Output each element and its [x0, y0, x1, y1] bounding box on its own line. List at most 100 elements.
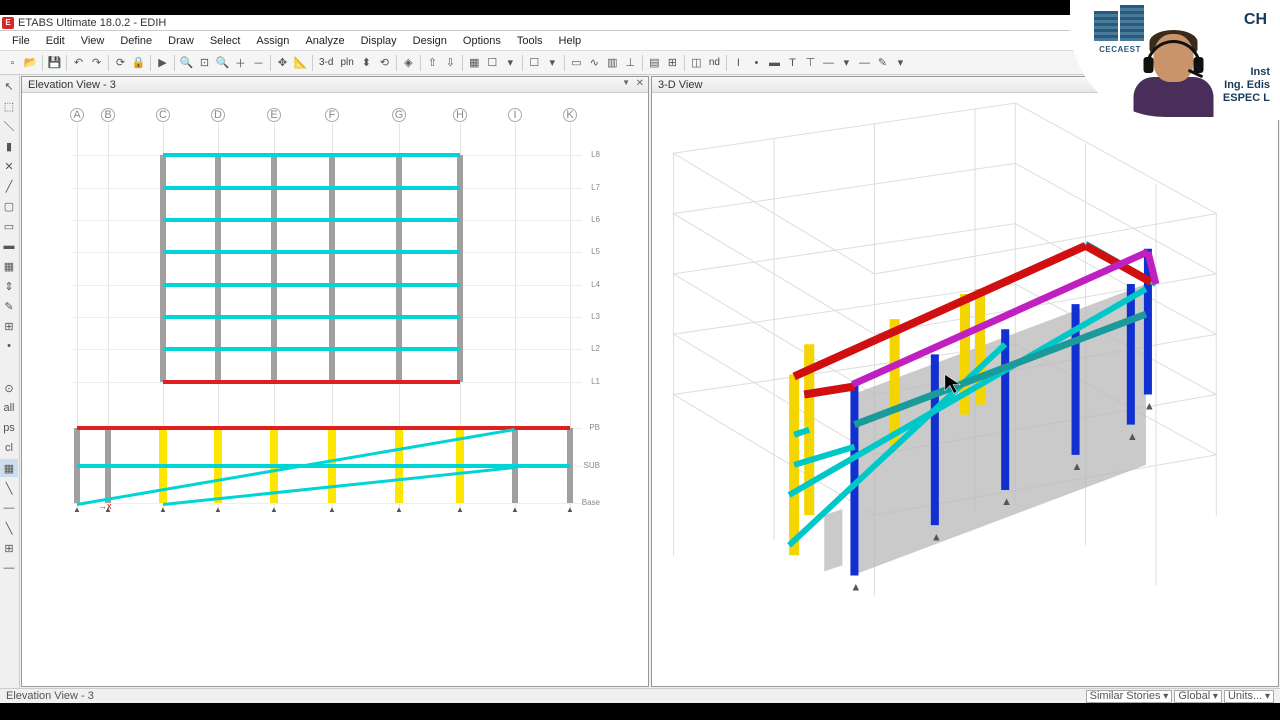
new-icon[interactable]: ▫	[4, 54, 21, 71]
save-icon[interactable]: 💾	[46, 54, 63, 71]
pointer-icon[interactable]: ↖	[0, 77, 18, 95]
reshape-icon[interactable]: ⬚	[0, 97, 18, 115]
pen-icon[interactable]: ✎	[874, 54, 891, 71]
story-label: L2	[591, 344, 600, 353]
area-icon[interactable]: T	[784, 54, 801, 71]
set-view-icon[interactable]: ☐	[526, 54, 543, 71]
open-icon[interactable]: 📂	[22, 54, 39, 71]
lock2-icon[interactable]: ⊞	[664, 54, 681, 71]
svg-text:▲: ▲	[1127, 431, 1138, 443]
grid-bubble: I	[508, 108, 522, 122]
up-arrow-icon[interactable]: ⇧	[424, 54, 441, 71]
menu-edit[interactable]: Edit	[38, 33, 73, 49]
snap-point-icon[interactable]: ⊙	[0, 379, 18, 397]
undo-icon[interactable]: ↶	[70, 54, 87, 71]
snap-end-icon[interactable]: ps	[0, 419, 18, 437]
menu-design[interactable]: Design	[405, 33, 455, 49]
hatch-icon[interactable]: —	[820, 54, 837, 71]
measure-icon[interactable]: 📐	[292, 54, 309, 71]
toggle1-icon[interactable]: ▾	[544, 54, 561, 71]
story-mode-select[interactable]: Similar Stories ▾	[1086, 690, 1173, 703]
forces-icon[interactable]: ▥	[604, 54, 621, 71]
svg-text:▲: ▲	[1072, 461, 1083, 473]
snap-off-icon[interactable]: —	[0, 559, 18, 577]
draw-col-icon[interactable]: ▮	[0, 137, 18, 155]
shrink-icon[interactable]: ▾	[502, 54, 519, 71]
object-icon[interactable]: ▦	[466, 54, 483, 71]
redo-icon[interactable]: ↷	[88, 54, 105, 71]
units-select[interactable]: Units... ▾	[1224, 690, 1274, 703]
zoom-rubber-icon[interactable]: 🔍	[178, 54, 195, 71]
app-icon: E	[2, 17, 14, 29]
menu-select[interactable]: Select	[202, 33, 249, 49]
link-icon[interactable]: ⊤	[802, 54, 819, 71]
draw-brace-icon[interactable]: ✕	[0, 157, 18, 175]
menu-draw[interactable]: Draw	[160, 33, 202, 49]
draw-grid-icon[interactable]: ⊞	[0, 317, 18, 335]
rotate-icon[interactable]: ⟲	[376, 54, 393, 71]
zoom-full-icon[interactable]: ⊡	[196, 54, 213, 71]
deformed-icon[interactable]: ∿	[586, 54, 603, 71]
snap-perp-icon[interactable]: ▦	[0, 459, 18, 477]
perspective-icon[interactable]: ◈	[400, 54, 417, 71]
elevation-view-tab[interactable]: Elevation View - 3 ▼ ✕	[22, 77, 648, 93]
view-close-icon[interactable]: ✕	[636, 78, 644, 89]
menu-tools[interactable]: Tools	[509, 33, 551, 49]
snap-ext-icon[interactable]: —	[0, 499, 18, 517]
nd-button[interactable]: nd	[706, 57, 723, 68]
point-icon[interactable]: •	[748, 54, 765, 71]
menu-analyze[interactable]: Analyze	[297, 33, 352, 49]
elevation-view-panel[interactable]: Elevation View - 3 ▼ ✕ ABCDEFGHIKL8L7L6L…	[21, 76, 649, 687]
menu-file[interactable]: File	[4, 33, 38, 49]
snap-mid-icon[interactable]: all	[0, 399, 18, 417]
view-elev-icon[interactable]: ⬍	[358, 54, 375, 71]
menu-help[interactable]: Help	[551, 33, 590, 49]
solid-icon[interactable]: ▾	[838, 54, 855, 71]
menu-view[interactable]: View	[73, 33, 113, 49]
zoom-out-icon[interactable]: －	[250, 54, 267, 71]
zoom-prev-icon[interactable]: 🔍	[214, 54, 231, 71]
down-arrow-icon[interactable]: ⇩	[442, 54, 459, 71]
snap-inter-icon[interactable]: cl	[0, 439, 18, 457]
menu-assign[interactable]: Assign	[248, 33, 297, 49]
snap-para-icon[interactable]: ╲	[0, 519, 18, 537]
draw-wall-icon[interactable]: ▬	[0, 237, 18, 255]
pan-icon[interactable]: ✥	[274, 54, 291, 71]
snap-grid-icon[interactable]: ⊞	[0, 539, 18, 557]
frame-icon[interactable]: ▬	[766, 54, 783, 71]
menu-options[interactable]: Options	[455, 33, 509, 49]
view-3d-button[interactable]: 3-d	[316, 57, 336, 68]
zoom-in-icon[interactable]: ＋	[232, 54, 249, 71]
snap-line-icon[interactable]: ╲	[0, 479, 18, 497]
run-icon[interactable]: ▶	[154, 54, 171, 71]
grid-bubble: F	[325, 108, 339, 122]
view-plan-button[interactable]: pln	[337, 57, 356, 68]
lock-icon[interactable]: 🔒	[130, 54, 147, 71]
draw-rect-icon[interactable]: ▭	[0, 217, 18, 235]
story-label: PB	[589, 423, 600, 432]
show-all-icon[interactable]: ▭	[568, 54, 585, 71]
line-icon[interactable]: ―	[856, 54, 873, 71]
grid-bubble: G	[392, 108, 406, 122]
draw-dim-icon[interactable]: ✎	[0, 297, 18, 315]
more-icon[interactable]: ▾	[892, 54, 909, 71]
assign-frame-icon[interactable]: ◫	[688, 54, 705, 71]
elevation-canvas[interactable]: ABCDEFGHIKL8L7L6L5L4L3L2L1PBSUBBase→x▲▲▲…	[22, 93, 648, 686]
reactions-icon[interactable]: ⊥	[622, 54, 639, 71]
tables-icon[interactable]: ▤	[646, 54, 663, 71]
draw-link-icon[interactable]: ⇕	[0, 277, 18, 295]
extrude-icon[interactable]: ☐	[484, 54, 501, 71]
text-icon[interactable]: I	[730, 54, 747, 71]
draw-slab-icon[interactable]: ▦	[0, 257, 18, 275]
draw-secbeam-icon[interactable]: ╱	[0, 177, 18, 195]
3d-view-panel[interactable]: 3-D View	[651, 76, 1279, 687]
draw-beam-icon[interactable]: ＼	[0, 117, 18, 135]
menu-display[interactable]: Display	[353, 33, 405, 49]
menu-define[interactable]: Define	[112, 33, 160, 49]
3d-canvas[interactable]: ▲ ▲ ▲ ▲ ▲ ▲	[652, 93, 1278, 686]
draw-area-icon[interactable]: ▢	[0, 197, 18, 215]
refresh-icon[interactable]: ⟳	[112, 54, 129, 71]
view-dropdown-icon[interactable]: ▼	[622, 78, 630, 87]
coord-system-select[interactable]: Global ▾	[1174, 690, 1222, 703]
draw-joint-icon[interactable]: •	[0, 337, 18, 355]
